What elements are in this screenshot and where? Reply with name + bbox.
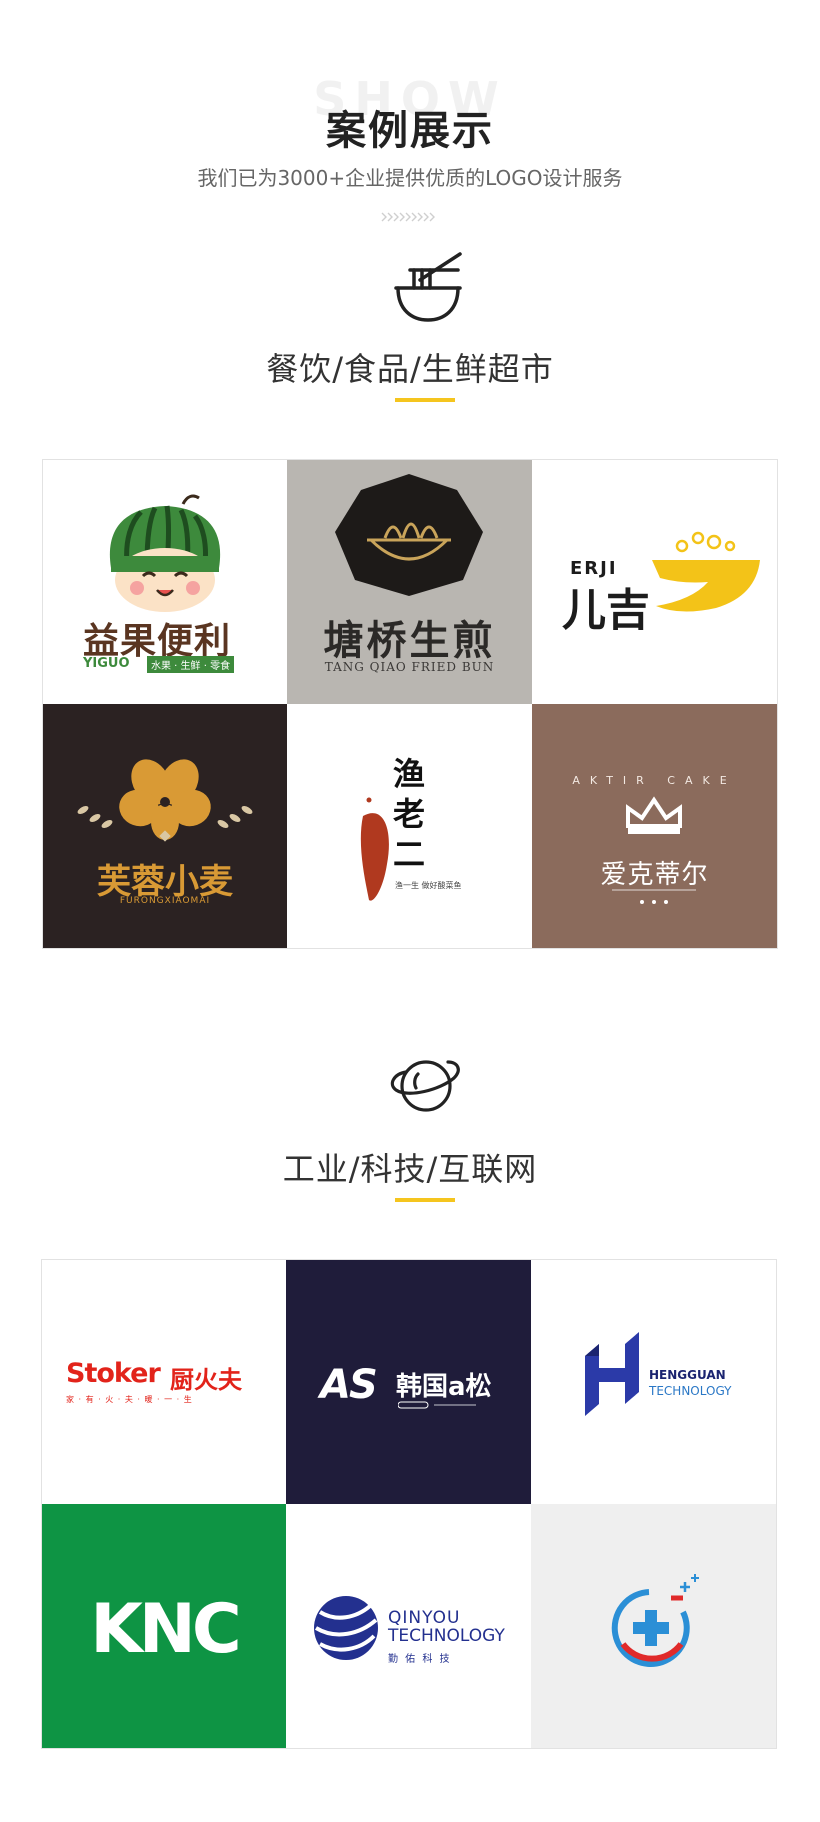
logo-yulaoer-char-1: 渔 bbox=[392, 755, 425, 793]
logo-yulaoer-tagline: 渔一生 做好酸菜鱼 bbox=[395, 881, 462, 890]
chevron-pattern-icon bbox=[380, 207, 440, 222]
logo-yiguo-sub: YIGUO bbox=[83, 656, 130, 671]
logo-qinyou-tagline: 勤 佑 科 技 bbox=[388, 1654, 452, 1665]
hengguan-h-icon bbox=[585, 1332, 639, 1416]
logo-card-yulaoer[interactable]: 渔 老 二 渔一生 做好酸菜鱼 bbox=[287, 704, 532, 948]
page-title: 案例展示 bbox=[326, 108, 494, 154]
logo-yulaoer-char-2: 老 bbox=[392, 795, 425, 833]
logo-tangqiao-name: 塘桥生煎 bbox=[323, 617, 496, 664]
logo-card-yiguo[interactable]: 益果便利 YIGUO 水果 · 生鲜 · 零食 bbox=[43, 460, 287, 704]
logo-card-hengguan[interactable]: HENGGUAN TECHNOLOGY bbox=[531, 1260, 776, 1504]
logo-card-erji[interactable]: ERJI 儿吉 bbox=[532, 460, 777, 704]
logo-card-qinyou[interactable]: QINYOU TECHNOLOGY 勤 佑 科 技 bbox=[286, 1504, 531, 1748]
logo-card-medical[interactable] bbox=[531, 1504, 776, 1748]
logo-card-furong[interactable]: 芙蓉小麦 FURONGXIAOMAI bbox=[43, 704, 287, 948]
logo-aktir-name: 爱克蒂尔 bbox=[600, 860, 709, 890]
section-underline bbox=[395, 398, 455, 402]
logo-knc-name: KNC bbox=[90, 1590, 242, 1669]
section-title-food: 餐饮/食品/生鲜超市 bbox=[266, 350, 554, 388]
logo-qinyou-sub: TECHNOLOGY bbox=[388, 1626, 505, 1646]
logo-hengguan-name: HENGGUAN bbox=[649, 1368, 726, 1382]
logo-card-aktir[interactable]: AKTIR CAKE 爱克蒂尔 bbox=[532, 704, 777, 948]
planet-icon bbox=[390, 1050, 462, 1120]
logo-yiguo-tagline: 水果 · 生鲜 · 零食 bbox=[147, 656, 235, 673]
logo-as-name-en: AS bbox=[320, 1362, 378, 1408]
logo-stoker-name-en: Stoker bbox=[66, 1358, 161, 1389]
hibiscus-wheat-icon bbox=[77, 759, 253, 842]
logo-card-tangqiao[interactable]: 塘桥生煎 TANG QIAO FRIED BUN bbox=[287, 460, 532, 704]
logo-grid-food: 益果便利 YIGUO 水果 · 生鲜 · 零食 塘桥生煎 TANG QIAO F… bbox=[42, 459, 778, 949]
crown-icon bbox=[612, 796, 696, 904]
logo-card-knc[interactable]: KNC bbox=[42, 1504, 286, 1748]
logo-stoker-tagline: 家 · 有 · 火 · 夫 · 暖 · 一 · 生 bbox=[66, 1395, 193, 1404]
logo-aktir-sub: AKTIR CAKE bbox=[572, 774, 737, 787]
logo-hengguan-sub: TECHNOLOGY bbox=[649, 1384, 732, 1398]
logo-yulaoer-name: 渔 老 二 bbox=[389, 754, 429, 874]
as-subline-icon bbox=[398, 1401, 476, 1409]
noodle-bowl-icon bbox=[392, 248, 464, 322]
section-title-tech: 工业/科技/互联网 bbox=[282, 1150, 538, 1188]
logo-qinyou-name: QINYOU bbox=[388, 1608, 461, 1628]
logo-card-as[interactable]: AS 韩国a松 bbox=[286, 1260, 531, 1504]
logo-tangqiao-sub: TANG QIAO FRIED BUN bbox=[324, 660, 495, 674]
logo-yulaoer-char-3: 二 bbox=[392, 835, 425, 873]
page-subtitle: 我们已为3000+企业提供优质的LOGO设计服务 bbox=[197, 166, 623, 190]
logo-as-name: 韩国a松 bbox=[396, 1372, 492, 1402]
logo-erji-name: 儿吉 bbox=[562, 585, 650, 636]
logo-furong-sub: FURONGXIAOMAI bbox=[119, 896, 211, 906]
logo-stoker-name: 厨火夫 bbox=[170, 1366, 242, 1394]
logo-card-stoker[interactable]: Stoker 厨火夫 家 · 有 · 火 · 夫 · 暖 · 一 · 生 bbox=[42, 1260, 286, 1504]
medical-cross-icon bbox=[611, 1574, 699, 1667]
logo-grid-tech: Stoker 厨火夫 家 · 有 · 火 · 夫 · 暖 · 一 · 生 AS … bbox=[41, 1259, 777, 1749]
section-underline bbox=[395, 1198, 455, 1202]
